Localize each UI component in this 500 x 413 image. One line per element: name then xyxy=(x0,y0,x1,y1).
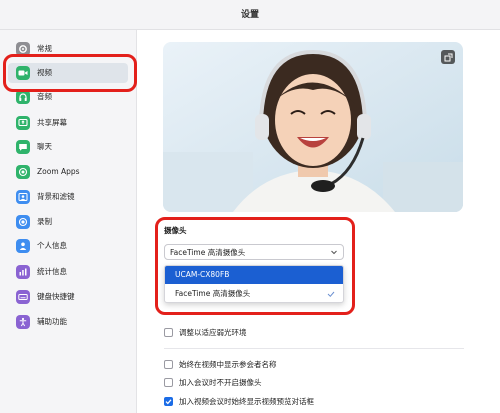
stats-icon xyxy=(16,265,30,279)
low-light-option[interactable]: 调整以适应弱光环境 xyxy=(164,325,247,339)
chevron-down-icon xyxy=(331,250,337,255)
option-label: 调整以适应弱光环境 xyxy=(179,327,247,337)
checkmark-icon xyxy=(327,291,335,298)
accessibility-icon xyxy=(16,315,30,329)
checkbox[interactable] xyxy=(164,377,173,387)
camera-preview xyxy=(163,42,463,212)
camera-dropdown-menu: UCAM-CX80FB FaceTime 高清摄像头 xyxy=(164,265,344,303)
sidebar-item-label: 音频 xyxy=(37,92,52,101)
video-camera-icon xyxy=(16,66,30,80)
sidebar-item-label: 视频 xyxy=(37,68,52,77)
record-icon xyxy=(16,215,30,229)
sidebar-item-label: 共享屏幕 xyxy=(37,118,67,127)
keyboard-icon xyxy=(16,290,30,304)
sidebar-item-statistics[interactable]: 统计信息 xyxy=(8,262,128,282)
show-preview-option[interactable]: 加入视频会议时始终显示视频预览对话框 xyxy=(164,394,314,408)
checkbox-checked[interactable] xyxy=(164,396,173,406)
option-label: 加入会议时不开启摄像头 xyxy=(179,377,262,387)
sidebar-item-label: 键盘快捷键 xyxy=(37,292,75,301)
sidebar-item-zoom-apps[interactable]: Zoom Apps xyxy=(8,162,128,182)
option-label: 加入视频会议时始终显示视频预览对话框 xyxy=(179,396,314,406)
sidebar-item-label: 统计信息 xyxy=(37,267,67,276)
sidebar: 常规 视频 音频 共享屏幕 聊天 Zoom Apps 背景和滤镜 录制 个人信息… xyxy=(0,30,137,413)
sidebar-item-video[interactable]: 视频 xyxy=(8,63,128,83)
sidebar-item-accessibility[interactable]: 辅助功能 xyxy=(8,312,128,332)
sidebar-item-profile[interactable]: 个人信息 xyxy=(8,236,128,256)
rotate-camera-button[interactable] xyxy=(441,50,455,64)
sidebar-item-audio[interactable]: 音频 xyxy=(8,87,128,107)
settings-window: 设置 常规 视频 音频 共享屏幕 聊天 Zoom Apps 背景和滤镜 录制 个… xyxy=(0,0,500,413)
share-screen-icon xyxy=(16,116,30,130)
headphones-icon xyxy=(16,90,30,104)
zoom-apps-icon xyxy=(16,165,30,179)
camera-off-on-join-option[interactable]: 加入会议时不开启摄像头 xyxy=(164,375,262,389)
camera-select-value: FaceTime 高清摄像头 xyxy=(170,247,246,257)
background-icon xyxy=(16,190,30,204)
person-icon xyxy=(16,239,30,253)
show-name-option[interactable]: 始终在视频中显示参会者名称 xyxy=(164,357,277,371)
sidebar-item-label: 背景和滤镜 xyxy=(37,192,75,201)
sidebar-item-chat[interactable]: 聊天 xyxy=(8,137,128,157)
checkbox[interactable] xyxy=(164,359,173,369)
sidebar-item-label: 录制 xyxy=(37,217,52,226)
camera-option-ucam[interactable]: UCAM-CX80FB xyxy=(165,266,343,284)
sidebar-item-share-screen[interactable]: 共享屏幕 xyxy=(8,113,128,133)
sidebar-item-label: Zoom Apps xyxy=(37,167,80,176)
camera-select[interactable]: FaceTime 高清摄像头 xyxy=(164,244,344,260)
sidebar-item-label: 个人信息 xyxy=(37,241,67,250)
sidebar-item-label: 辅助功能 xyxy=(37,317,67,326)
gear-icon xyxy=(16,42,30,56)
sidebar-item-general[interactable]: 常规 xyxy=(8,39,128,59)
sidebar-item-keyboard-shortcuts[interactable]: 键盘快捷键 xyxy=(8,287,128,307)
checkmark-icon xyxy=(165,398,172,404)
camera-option-facetime[interactable]: FaceTime 高清摄像头 xyxy=(165,285,343,302)
video-settings-panel: 摄像头 FaceTime 高清摄像头 UCAM-CX80FB FaceTime … xyxy=(138,30,500,413)
sidebar-item-label: 聊天 xyxy=(37,142,52,151)
option-label: 始终在视频中显示参会者名称 xyxy=(179,359,277,369)
divider xyxy=(164,348,464,349)
sidebar-item-background[interactable]: 背景和滤镜 xyxy=(8,187,128,207)
camera-section-label: 摄像头 xyxy=(164,226,187,235)
rotate-icon xyxy=(444,53,452,61)
window-title: 设置 xyxy=(0,0,500,30)
preview-image xyxy=(163,42,463,212)
chat-bubble-icon xyxy=(16,140,30,154)
sidebar-item-label: 常规 xyxy=(37,44,52,53)
camera-option-label: FaceTime 高清摄像头 xyxy=(175,289,251,298)
checkbox[interactable] xyxy=(164,327,173,337)
sidebar-item-record[interactable]: 录制 xyxy=(8,212,128,232)
